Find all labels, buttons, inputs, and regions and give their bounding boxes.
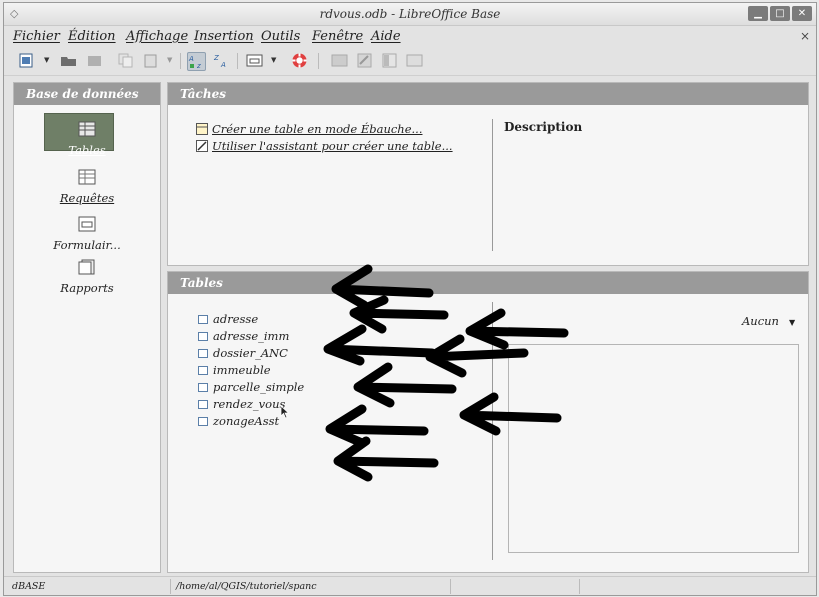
nav-label-formulaires: Formulair... — [53, 238, 121, 252]
status-db-type: dBASE — [12, 581, 46, 592]
menu-fenetre[interactable]: Fenêtre — [312, 29, 363, 44]
close-button[interactable]: ✕ — [792, 6, 812, 21]
table-row-icon — [198, 366, 208, 375]
table-name: immeuble — [213, 363, 271, 377]
task-label: Utiliser l'assistant pour créer une tabl… — [212, 139, 453, 153]
svg-text:A: A — [188, 55, 194, 63]
paste-icon[interactable] — [142, 52, 159, 69]
table-name: adresse — [213, 312, 259, 326]
tables-panel-header: Tables — [168, 272, 808, 294]
menu-edition[interactable]: Édition — [68, 29, 116, 44]
tables-divider — [492, 302, 493, 560]
nav-label-requetes: Requêtes — [59, 191, 115, 205]
description-label: Description — [504, 120, 583, 134]
tasks-divider — [492, 119, 493, 251]
menu-outils[interactable]: Outils — [261, 29, 300, 44]
minimize-button[interactable]: ▁ — [748, 6, 768, 21]
table-icon[interactable] — [331, 52, 348, 69]
title-bar: ◇ rdvous.odb - LibreOffice Base ▁ □ ✕ — [4, 3, 816, 26]
table-name: adresse_imm — [213, 329, 290, 343]
app-window: ◇ rdvous.odb - LibreOffice Base ▁ □ ✕ Fi… — [3, 2, 817, 596]
table-item[interactable]: rendez_vous — [198, 397, 285, 411]
table-row-icon — [198, 332, 208, 341]
task-wizard[interactable]: Utiliser l'assistant pour créer une tabl… — [196, 139, 453, 153]
preview-area — [508, 344, 799, 553]
svg-text:Z: Z — [213, 54, 219, 62]
table-row-icon — [198, 417, 208, 426]
tables-icon — [78, 121, 96, 137]
sort-descending-icon[interactable]: ZA — [213, 52, 230, 69]
maximize-button[interactable]: □ — [770, 6, 790, 21]
status-path: /home/al/QGIS/tutoriel/spanc — [176, 581, 317, 592]
table-item[interactable]: immeuble — [198, 363, 271, 377]
save-icon[interactable] — [86, 52, 103, 69]
reports-icon — [78, 259, 95, 275]
table-row-icon — [198, 383, 208, 392]
table-name: rendez_vous — [213, 397, 286, 411]
open-icon[interactable] — [60, 52, 77, 69]
window-title: rdvous.odb - LibreOffice Base — [319, 7, 501, 21]
database-panel-header: Base de données — [14, 83, 160, 105]
delete-icon[interactable] — [406, 52, 423, 69]
edit-icon[interactable] — [356, 52, 373, 69]
sort-ascending-icon[interactable]: Az — [187, 52, 206, 71]
wizard-icon — [196, 140, 208, 152]
svg-text:z: z — [196, 62, 201, 70]
task-create-design[interactable]: Créer une table en mode Ébauche... — [196, 122, 422, 136]
help-lifebuoy-icon[interactable] — [291, 52, 308, 69]
table-item[interactable]: dossier_ANC — [198, 346, 288, 360]
tasks-panel-header: Tâches — [168, 83, 808, 105]
new-dropdown-icon[interactable]: ▼ — [44, 56, 49, 64]
nav-item-rapports[interactable]: Rapports — [14, 259, 160, 295]
status-bar: dBASE /home/al/QGIS/tutoriel/spanc — [4, 576, 816, 596]
table-name: dossier_ANC — [213, 346, 288, 360]
menu-aide[interactable]: Aide — [371, 29, 401, 44]
menu-insertion[interactable]: Insertion — [194, 29, 254, 44]
table-item[interactable]: zonageAsst — [198, 414, 279, 428]
tasks-panel: Tâches Créer une table en mode Ébauche..… — [167, 82, 809, 266]
view-icon[interactable] — [381, 52, 398, 69]
task-label: Créer une table en mode Ébauche... — [212, 122, 423, 136]
nav-item-tables[interactable]: Tables — [14, 121, 160, 157]
table-item[interactable]: parcelle_simple — [198, 380, 304, 394]
database-panel: Base de données Tables Requêtes Formulai… — [13, 82, 161, 573]
forms-icon — [78, 216, 96, 232]
paste-dropdown-icon[interactable]: ▼ — [167, 56, 172, 64]
new-document-icon[interactable] — [18, 52, 35, 69]
preview-select-value: Aucun — [742, 314, 779, 328]
queries-icon — [78, 169, 96, 185]
nav-label-rapports: Rapports — [60, 281, 114, 295]
table-row-icon — [198, 315, 208, 324]
menu-fichier[interactable]: Fichier — [13, 29, 60, 44]
chevron-down-icon: ▼ — [788, 318, 796, 327]
table-row-icon — [198, 349, 208, 358]
table-item[interactable]: adresse_imm — [198, 329, 289, 343]
close-document-button[interactable]: × — [800, 29, 810, 43]
nav-item-requetes[interactable]: Requêtes — [14, 169, 160, 205]
menu-affichage[interactable]: Affichage — [126, 29, 188, 44]
svg-text:A: A — [220, 61, 226, 69]
table-item[interactable]: adresse — [198, 312, 258, 326]
form-icon[interactable] — [246, 52, 263, 69]
toolbar: ▼ ▼ Az ZA ▼ — [4, 47, 816, 76]
table-row-icon — [198, 400, 208, 409]
table-name: parcelle_simple — [213, 380, 305, 394]
menu-bar: Fichier Édition Affichage Insertion Outi… — [4, 26, 816, 46]
preview-select[interactable]: Aucun ▼ — [742, 314, 795, 328]
nav-item-formulaires[interactable]: Formulair... — [14, 216, 160, 252]
nav-label-tables: Tables — [68, 143, 106, 157]
design-table-icon — [196, 123, 208, 135]
tables-panel: Tables adresse adresse_imm dossier_ANC i… — [167, 271, 809, 573]
form-dropdown-icon[interactable]: ▼ — [271, 56, 276, 64]
table-name: zonageAsst — [213, 414, 280, 428]
copy-icon[interactable] — [117, 52, 134, 69]
mouse-cursor-icon — [280, 405, 290, 419]
